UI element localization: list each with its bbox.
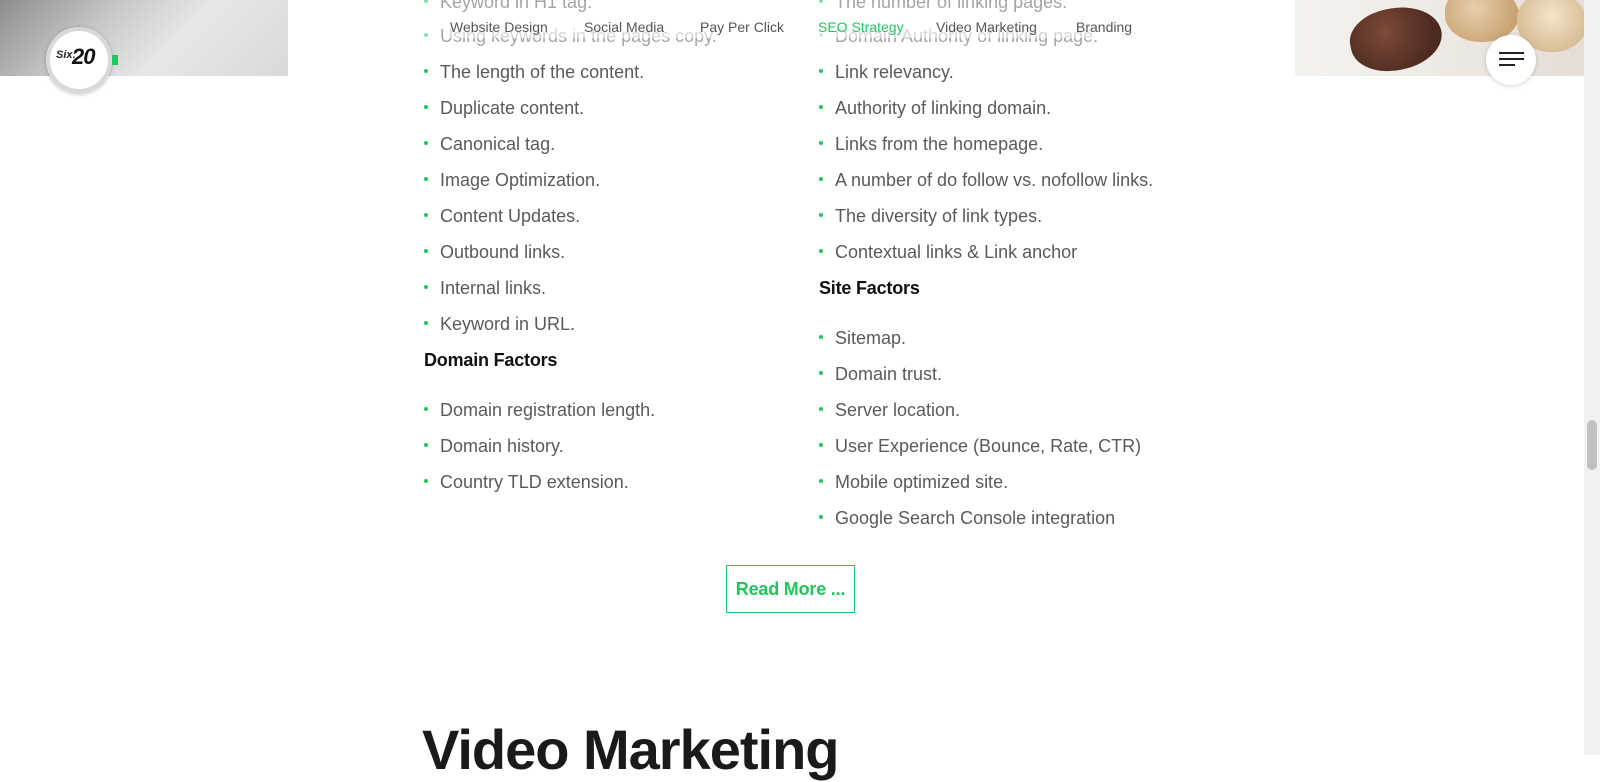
list-item: The length of the content. [424, 61, 644, 83]
list-item: Image Optimization. [424, 169, 600, 191]
list-item: The number of linking pages. [819, 0, 1067, 13]
read-more-button[interactable]: Read More ... [726, 565, 855, 613]
list-item: Domain trust. [819, 363, 942, 385]
bullet-dot-icon [424, 141, 428, 146]
list-item: Authority of linking domain. [819, 97, 1051, 119]
bullet-dot-icon [819, 479, 823, 484]
list-item: User Experience (Bounce, Rate, CTR) [819, 435, 1141, 457]
list-item: Country TLD extension. [424, 471, 629, 493]
hamburger-menu-icon [1499, 52, 1524, 54]
nav-link-video-marketing[interactable]: Video Marketing [936, 16, 1076, 38]
bullet-dot-icon [424, 285, 428, 290]
list-item: A number of do follow vs. nofollow links… [819, 169, 1153, 191]
nav-link-social-media[interactable]: Social Media [584, 16, 700, 38]
bullet-dot-icon [819, 141, 823, 146]
header-photo-left [0, 0, 288, 76]
nav-link-website-design[interactable]: Website Design [450, 16, 584, 38]
list-item: Google Search Console integration [819, 507, 1115, 529]
bullet-dot-icon [819, 0, 823, 4]
menu-button[interactable] [1486, 35, 1536, 85]
hamburger-menu-icon [1499, 58, 1524, 60]
list-item: Outbound links. [424, 241, 565, 263]
bullet-dot-icon [424, 33, 428, 38]
bullet-dot-icon [424, 0, 428, 4]
top-navigation: Website Design Social Media Pay Per Clic… [450, 16, 1146, 38]
list-item: Keyword in URL. [424, 313, 575, 335]
list-item: Canonical tag. [424, 133, 555, 155]
list-item: Content Updates. [424, 205, 580, 227]
domain-factors-heading: Domain Factors [424, 350, 558, 370]
bullet-dot-icon [424, 443, 428, 448]
bullet-dot-icon [819, 515, 823, 520]
list-item: Links from the homepage. [819, 133, 1043, 155]
list-item: Server location. [819, 399, 960, 421]
list-item: Duplicate content. [424, 97, 584, 119]
bullet-dot-icon [424, 479, 428, 484]
bullet-dot-icon [819, 213, 823, 218]
scrollbar-thumb[interactable] [1587, 420, 1597, 470]
list-item: The diversity of link types. [819, 205, 1042, 227]
list-item: Internal links. [424, 277, 546, 299]
bullet-dot-icon [819, 177, 823, 182]
bullet-dot-icon [819, 105, 823, 110]
bullet-dot-icon [819, 335, 823, 340]
bullet-dot-icon [819, 371, 823, 376]
video-marketing-heading: Video Marketing [422, 718, 840, 781]
list-item: Keyword in H1 tag. [424, 0, 592, 13]
scrollbar-track[interactable] [1584, 0, 1600, 755]
site-factors-heading: Site Factors [819, 278, 920, 298]
bullet-dot-icon [819, 443, 823, 448]
list-item: Domain registration length. [424, 399, 655, 421]
bullet-dot-icon [424, 321, 428, 326]
bullet-dot-icon [424, 105, 428, 110]
bullet-dot-icon [819, 249, 823, 254]
bullet-dot-icon [424, 213, 428, 218]
bullet-dot-icon [424, 249, 428, 254]
logo-text-number: 20 [72, 44, 96, 69]
list-item: Mobile optimized site. [819, 471, 1008, 493]
bullet-dot-icon [424, 177, 428, 182]
bullet-dot-icon [819, 69, 823, 74]
header-photo-right-cookies [1295, 0, 1584, 76]
nav-link-seo-strategy[interactable]: SEO Strategy [818, 16, 936, 38]
list-item: Link relevancy. [819, 61, 954, 83]
nav-link-branding[interactable]: Branding [1076, 16, 1146, 38]
list-item: Domain history. [424, 435, 564, 457]
bullet-dot-icon [424, 407, 428, 412]
hamburger-menu-icon [1499, 64, 1515, 66]
list-item: Sitemap. [819, 327, 906, 349]
site-logo[interactable]: Six: 20 [46, 27, 112, 93]
brownie-cookie-image [1344, 0, 1448, 76]
bullet-dot-icon [819, 407, 823, 412]
nav-link-pay-per-click[interactable]: Pay Per Click [700, 16, 818, 38]
list-item: Contextual links & Link anchor [819, 241, 1077, 263]
logo-accent-mark [112, 55, 118, 65]
bullet-dot-icon [424, 69, 428, 74]
